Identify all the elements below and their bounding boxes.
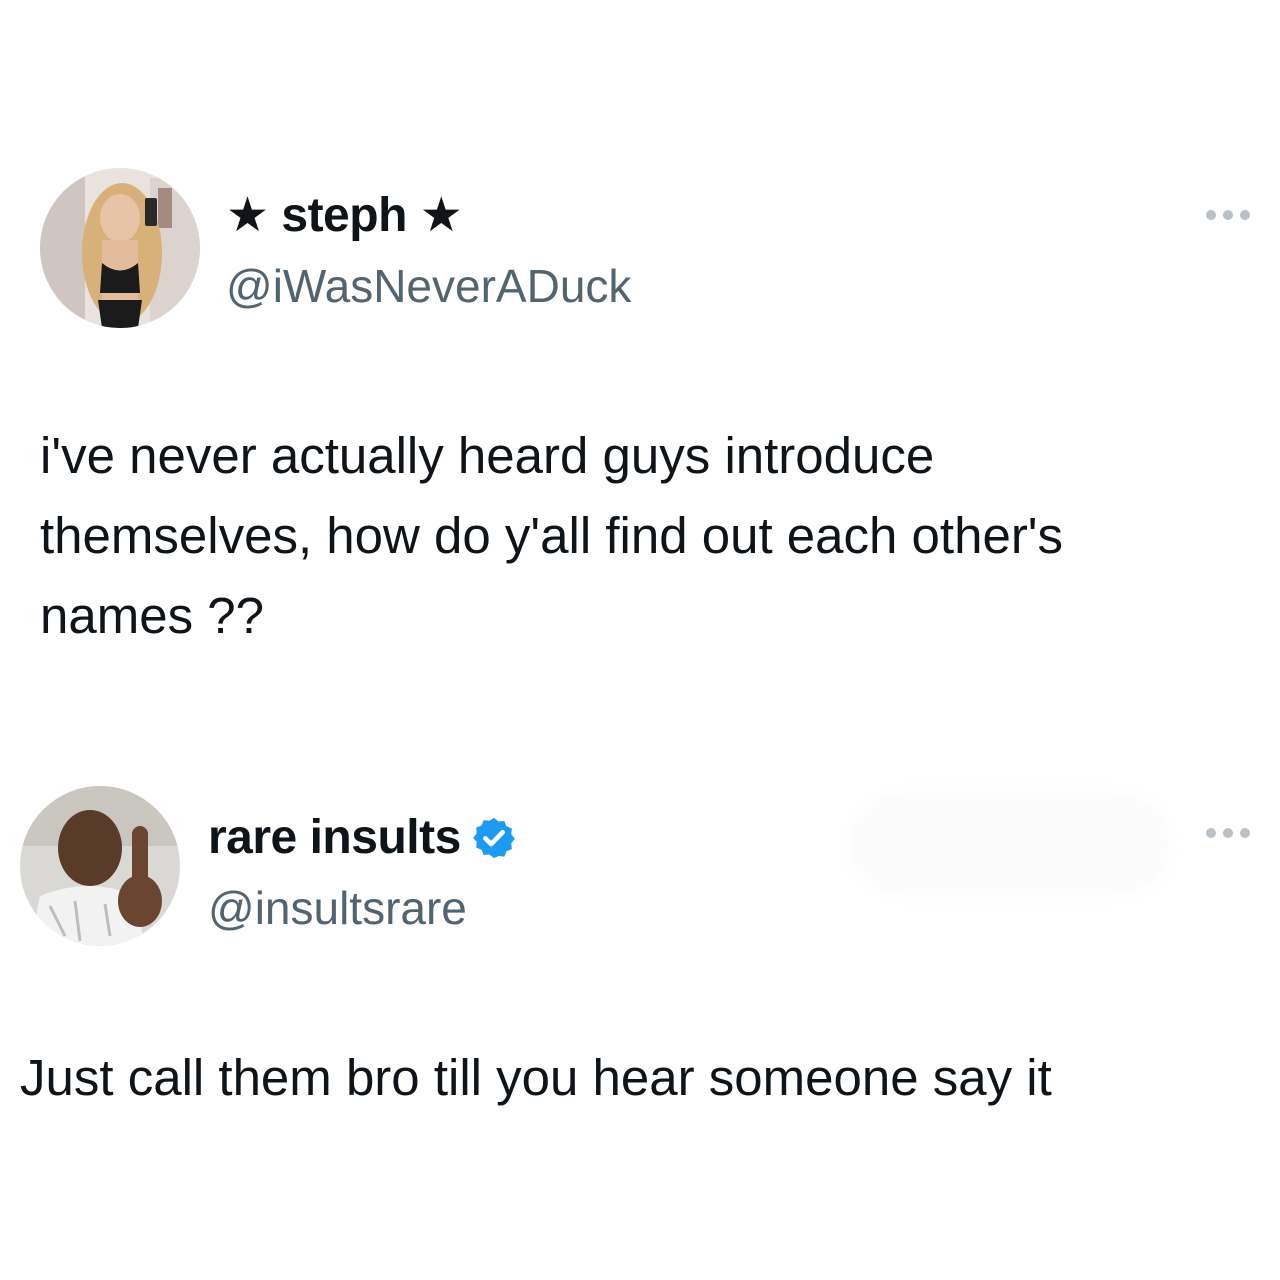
tweet-text-line: Just call them bro till you hear someone… <box>20 1049 1052 1106</box>
more-horizontal-icon[interactable] <box>1204 208 1252 222</box>
user-handle[interactable]: @insultsrare <box>208 878 517 938</box>
display-name-text[interactable]: rare insults <box>208 808 461 868</box>
more-horizontal-icon[interactable] <box>1204 826 1252 840</box>
tweet-body: Just call them bro till you hear someone… <box>20 1038 1052 1118</box>
avatar-rare-insults[interactable] <box>20 786 180 946</box>
tweet-text-line: themselves, how do y'all find out each o… <box>40 507 1064 564</box>
display-name[interactable]: rare insults <box>208 808 517 868</box>
display-name-text[interactable]: ★ steph ★ <box>226 186 463 246</box>
blurred-area <box>850 794 1170 894</box>
tweet-text-line: i've never actually heard guys introduce <box>40 427 935 484</box>
author-info: rare insults @insultsrare <box>208 808 517 938</box>
tweet-text-line: names ?? <box>40 587 264 644</box>
display-name[interactable]: ★ steph ★ <box>226 186 631 246</box>
avatar-steph[interactable] <box>40 168 200 328</box>
author-info: ★ steph ★ @iWasNeverADuck <box>226 186 631 316</box>
verified-badge-icon <box>472 817 515 859</box>
user-handle[interactable]: @iWasNeverADuck <box>226 256 631 316</box>
tweet-body: i've never actually heard guys introduce… <box>40 416 1063 656</box>
